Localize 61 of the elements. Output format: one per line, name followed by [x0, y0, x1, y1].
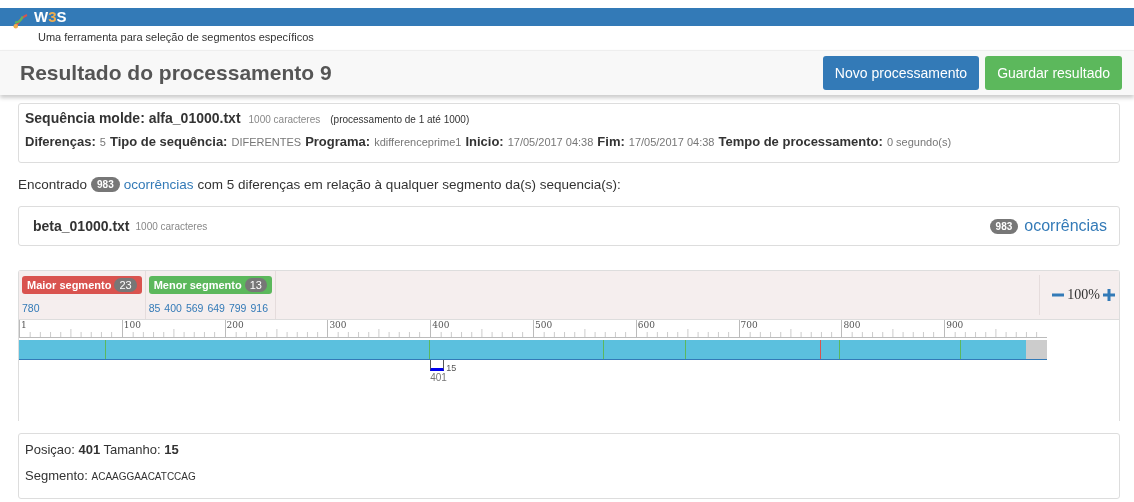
- template-label: Sequência molde: alfa_01000.txt: [25, 110, 241, 126]
- count-badge: 983: [989, 218, 1019, 234]
- position-text: Posiçao: 401 Tamanho: 15: [25, 442, 180, 459]
- segment-marker[interactable]: [959, 340, 961, 359]
- segment-tag[interactable]: Maior segmento 23: [22, 276, 142, 294]
- position-link[interactable]: 916: [250, 302, 268, 314]
- position-link[interactable]: 400: [164, 302, 182, 314]
- field-value: 0 segundo(s): [886, 136, 952, 148]
- found-text: com 5 diferenças em relação à qualquer segmento da(s) sequencia(s):: [197, 177, 621, 192]
- field-label: Inicio:: [465, 134, 504, 149]
- ruler-label: 200: [226, 320, 244, 330]
- ruler-label: 600: [637, 320, 655, 330]
- occurrences-link[interactable]: ocorrências: [1024, 217, 1107, 235]
- field-value: 17/05/2017 04:38: [507, 136, 594, 148]
- zoom-in-icon[interactable]: [1103, 289, 1115, 301]
- field-label: Tempo de processamento:: [718, 134, 883, 149]
- field-value: 5: [99, 136, 106, 148]
- sequence-file: beta_01000.txt: [33, 218, 130, 234]
- segment-text: Segmento: ACAAGGAACATCCAG: [25, 468, 197, 485]
- sequence-size: 1000 caracteres: [135, 220, 208, 232]
- template-range: (processamento de 1 até 1000): [330, 114, 470, 125]
- ruler-label: 800: [843, 320, 861, 330]
- ruler-label: 500: [535, 320, 553, 330]
- position-link[interactable]: 799: [228, 302, 247, 314]
- found-text: Encontrado: [18, 177, 88, 192]
- field-value: 17/05/2017 04:38: [628, 136, 715, 148]
- field-label: Diferenças:: [25, 134, 96, 149]
- zoom-level: 100%: [1067, 287, 1100, 303]
- segment-tag[interactable]: Menor segmento 13: [148, 276, 272, 294]
- ruler-label: 400: [432, 320, 450, 330]
- template-size: 1000 caracteres: [248, 114, 321, 125]
- position-link[interactable]: 85: [148, 302, 161, 314]
- selection-bracket[interactable]: [430, 360, 445, 371]
- field-value: kdifferenceprime1: [374, 136, 462, 148]
- segment-marker[interactable]: [602, 340, 604, 359]
- position-link[interactable]: 569: [185, 302, 204, 314]
- segment-marker[interactable]: [105, 340, 107, 359]
- segment-marker[interactable]: [685, 340, 687, 359]
- ruler-label: 900: [946, 320, 964, 330]
- field-value: DIFERENTES: [231, 136, 302, 148]
- action-button[interactable]: Novo processamento: [822, 56, 980, 90]
- action-button[interactable]: Guardar resultado: [985, 56, 1122, 90]
- field-label: Tipo de sequência:: [109, 134, 228, 149]
- segment-marker[interactable]: [819, 340, 821, 359]
- brand-logo: W3S: [34, 8, 67, 26]
- ruler-label: 100: [123, 320, 141, 330]
- position-link[interactable]: 780: [22, 302, 40, 314]
- occurrences-link[interactable]: ocorrências: [123, 177, 194, 192]
- ruler-label: 300: [329, 320, 347, 330]
- selection-start: 401: [430, 372, 447, 383]
- segment-marker[interactable]: [429, 340, 431, 359]
- field-label: Fim:: [597, 134, 625, 149]
- count-badge: 983: [91, 177, 120, 192]
- ruler-label: 700: [740, 320, 758, 330]
- ruler-label: 1: [21, 320, 27, 330]
- selection-length: 15: [446, 363, 457, 373]
- field-label: Programa:: [305, 134, 371, 149]
- tagline: Uma ferramenta para seleção de segmentos específicos: [37, 30, 315, 45]
- position-link[interactable]: 649: [207, 302, 225, 314]
- page-title: Resultado do processamento 9: [20, 61, 332, 85]
- segment-marker[interactable]: [839, 340, 841, 359]
